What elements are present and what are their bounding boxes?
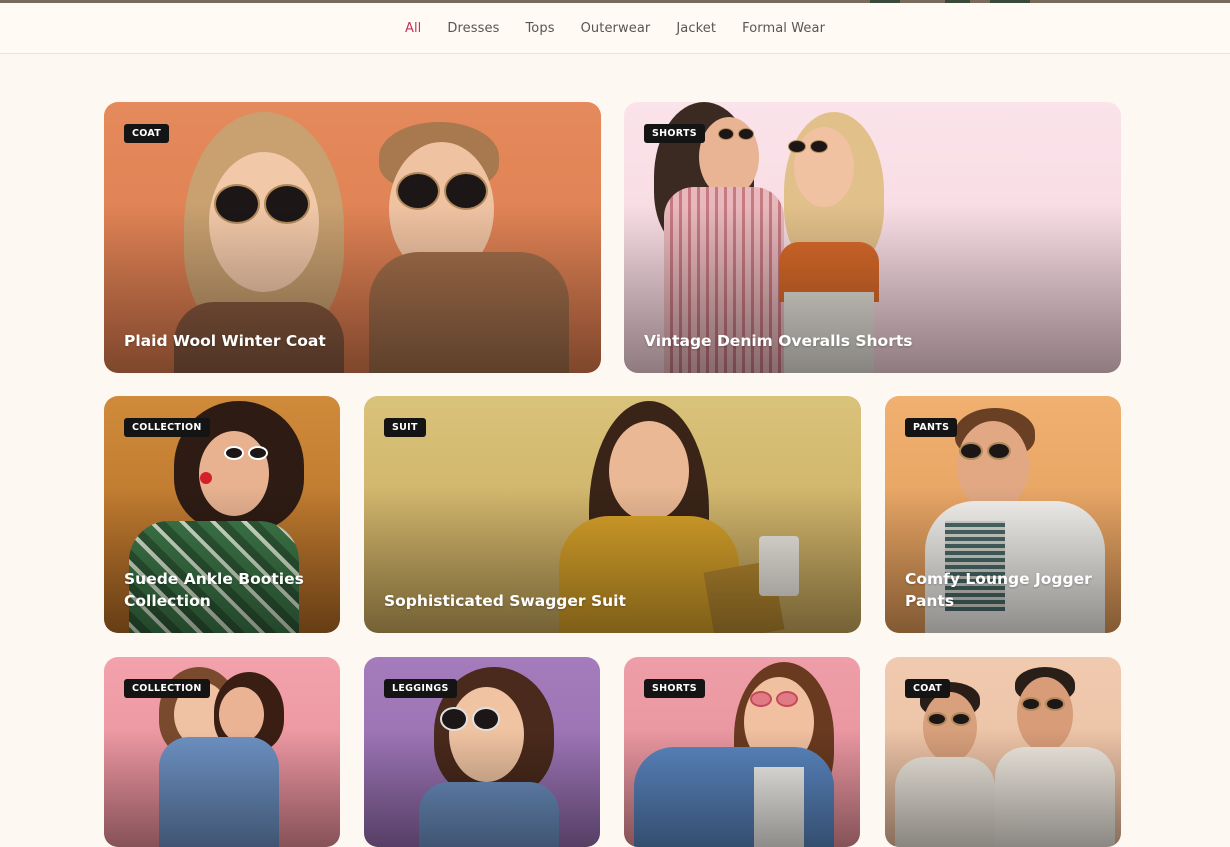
card-title: Plaid Wool Winter Coat (124, 332, 326, 350)
product-card-collection-2[interactable]: COLLECTION (104, 657, 340, 847)
sunglasses-icon (718, 128, 754, 140)
sunglasses-icon (959, 442, 1011, 460)
category-badge: COAT (905, 679, 951, 698)
card-overlay (885, 729, 1121, 847)
category-nav: All Dresses Tops Outerwear Jacket Formal… (0, 3, 1230, 54)
sunglasses-icon (440, 707, 500, 731)
card-overlay (624, 729, 860, 847)
category-badge: COLLECTION (124, 679, 210, 698)
category-badge: COLLECTION (124, 418, 210, 437)
sunglasses-icon (788, 140, 828, 153)
card-overlay (364, 729, 600, 847)
card-overlay (104, 729, 340, 847)
nav-item-all[interactable]: All (405, 21, 421, 36)
product-card-suit[interactable]: SUIT Sophisticated Swagger Suit (364, 396, 861, 633)
nav-item-outerwear[interactable]: Outerwear (581, 21, 651, 36)
product-card-shorts-2[interactable]: SHORTS (624, 657, 860, 847)
sunglasses-icon (1021, 697, 1065, 711)
product-card-shorts[interactable]: SHORTS Vintage Denim Overalls Shorts (624, 102, 1121, 373)
card-title: Suede Ankle Booties Collection (124, 570, 304, 610)
nav-item-jacket[interactable]: Jacket (676, 21, 716, 36)
category-badge: SUIT (384, 418, 426, 437)
category-badge: COAT (124, 124, 170, 143)
person-face (794, 127, 854, 207)
nav-item-formal-wear[interactable]: Formal Wear (742, 21, 825, 36)
earring-icon (200, 472, 212, 484)
product-card-coat[interactable]: COAT Plaid Wool Winter Coat (104, 102, 601, 373)
sunglasses-icon (224, 446, 268, 460)
sunglasses-icon (927, 712, 971, 726)
product-card-leggings[interactable]: LEGGINGS (364, 657, 600, 847)
card-title: Comfy Lounge Jogger Pants (905, 570, 1092, 610)
sunglasses-icon (750, 691, 798, 707)
card-title: Sophisticated Swagger Suit (384, 592, 626, 610)
nav-item-tops[interactable]: Tops (525, 21, 554, 36)
product-card-coat-2[interactable]: COAT (885, 657, 1121, 847)
category-badge: SHORTS (644, 124, 705, 143)
nav-item-dresses[interactable]: Dresses (447, 21, 499, 36)
product-card-pants[interactable]: PANTS Comfy Lounge Jogger Pants (885, 396, 1121, 633)
card-title: Vintage Denim Overalls Shorts (644, 332, 913, 350)
category-badge: LEGGINGS (384, 679, 457, 698)
category-badge: PANTS (905, 418, 958, 437)
category-badge: SHORTS (644, 679, 705, 698)
product-card-collection[interactable]: COLLECTION Suede Ankle Booties Collectio… (104, 396, 340, 633)
